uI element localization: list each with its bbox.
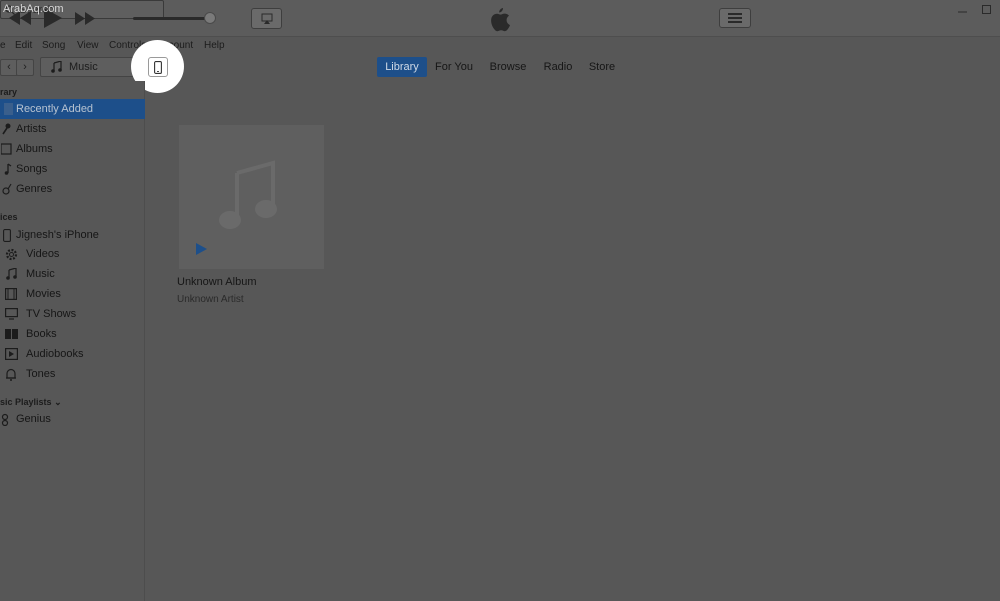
volume-slider-knob[interactable] — [204, 12, 216, 24]
gear-icon — [4, 247, 18, 261]
books-icon — [4, 327, 18, 341]
sidebar-library-header: rary — [0, 87, 18, 97]
sidebar-item-albums[interactable]: Albums — [0, 139, 145, 159]
tab-store[interactable]: Store — [585, 57, 619, 77]
album-artwork[interactable] — [179, 125, 324, 269]
sidebar-item-label: Genres — [16, 183, 53, 195]
sidebar-item-music[interactable]: Music — [4, 264, 144, 284]
music-note-icon — [4, 267, 18, 281]
play-icon[interactable] — [196, 243, 207, 255]
sidebar-item-songs[interactable]: Songs — [0, 159, 145, 179]
iphone-icon — [0, 228, 14, 242]
chevron-left-icon: ‹ — [7, 61, 11, 73]
sidebar-item-label: TV Shows — [26, 308, 77, 320]
recently-added-icon — [2, 102, 16, 116]
sidebar-item-label: Videos — [26, 248, 60, 260]
iphone-icon — [154, 60, 162, 74]
film-icon — [4, 287, 18, 301]
album-icon — [0, 142, 14, 156]
sidebar-item-label: Albums — [16, 143, 53, 155]
up-next-list-button[interactable] — [719, 8, 751, 28]
sidebar-item-videos[interactable]: Videos — [4, 244, 144, 264]
chevron-right-icon: › — [23, 61, 27, 73]
chevron-down-icon: ⌄ — [54, 397, 62, 407]
menu-edit[interactable]: Edit — [15, 40, 32, 51]
sidebar-item-audiobooks[interactable]: Audiobooks — [4, 344, 144, 364]
sidebar-item-label: Books — [26, 328, 57, 340]
sidebar-playlists-header[interactable]: sic Playlists ⌄ — [0, 397, 62, 408]
player-toolbar — [0, 0, 1000, 37]
bell-icon — [4, 367, 18, 381]
sidebar-item-label: Songs — [16, 163, 48, 175]
sidebar-item-label: Artists — [16, 123, 47, 135]
forward-button[interactable]: › — [16, 59, 34, 76]
sidebar-item-artists[interactable]: Artists — [0, 119, 145, 139]
sidebar-item-movies[interactable]: Movies — [4, 284, 144, 304]
album-artist[interactable]: Unknown Artist — [177, 294, 244, 305]
sidebar-item-books[interactable]: Books — [4, 324, 144, 344]
media-kind-label: Music — [69, 61, 98, 73]
sidebar-item-label: Movies — [26, 288, 61, 300]
sidebar-item-genius[interactable]: Genius — [0, 409, 145, 429]
media-kind-selector[interactable]: Music — [40, 57, 140, 77]
volume-slider[interactable] — [133, 17, 211, 20]
device-button[interactable] — [148, 57, 168, 77]
sidebar-item-device[interactable]: Jignesh's iPhone — [0, 225, 145, 245]
audiobook-icon — [4, 347, 18, 361]
apple-logo-icon — [488, 6, 510, 32]
sidebar-item-label: Audiobooks — [26, 348, 84, 360]
menu-help[interactable]: Help — [204, 40, 225, 51]
airplay-button[interactable] — [251, 8, 282, 29]
tab-for-you[interactable]: For You — [431, 57, 477, 77]
tv-icon — [4, 307, 18, 321]
airplay-icon — [261, 13, 272, 24]
genius-icon — [0, 412, 14, 426]
sidebar-item-genres[interactable]: Genres — [0, 179, 145, 199]
music-note-icon — [49, 60, 63, 74]
sidebar-item-tones[interactable]: Tones — [4, 364, 144, 384]
tab-browse[interactable]: Browse — [485, 57, 531, 77]
sidebar-item-label: Music — [26, 268, 55, 280]
music-note-icon — [0, 162, 14, 176]
minimize-icon[interactable] — [957, 6, 967, 16]
device-name: Jignesh's iPhone — [16, 229, 99, 241]
fast-forward-icon[interactable] — [74, 10, 96, 26]
sidebar-item-recently-added[interactable]: Recently Added — [0, 99, 145, 119]
sidebar-item-tv-shows[interactable]: TV Shows — [4, 304, 144, 324]
menu-view[interactable]: View — [77, 40, 99, 51]
menu-file[interactable]: e — [0, 40, 6, 51]
watermark-text: ArabAq.com — [3, 3, 64, 15]
sidebar-devices-header: ices — [0, 212, 18, 222]
sidebar-item-label: Tones — [26, 368, 56, 380]
maximize-icon[interactable] — [981, 4, 991, 14]
album-title[interactable]: Unknown Album — [177, 276, 257, 288]
menu-song[interactable]: Song — [42, 40, 65, 51]
microphone-icon — [0, 122, 14, 136]
tab-radio[interactable]: Radio — [539, 57, 577, 77]
tab-library[interactable]: Library — [377, 57, 427, 77]
list-icon — [728, 13, 742, 23]
sidebar-item-label: Genius — [16, 413, 51, 425]
guitar-icon — [0, 182, 14, 196]
playlists-header-label: sic Playlists — [0, 397, 52, 407]
sidebar-item-label: Recently Added — [16, 103, 94, 115]
